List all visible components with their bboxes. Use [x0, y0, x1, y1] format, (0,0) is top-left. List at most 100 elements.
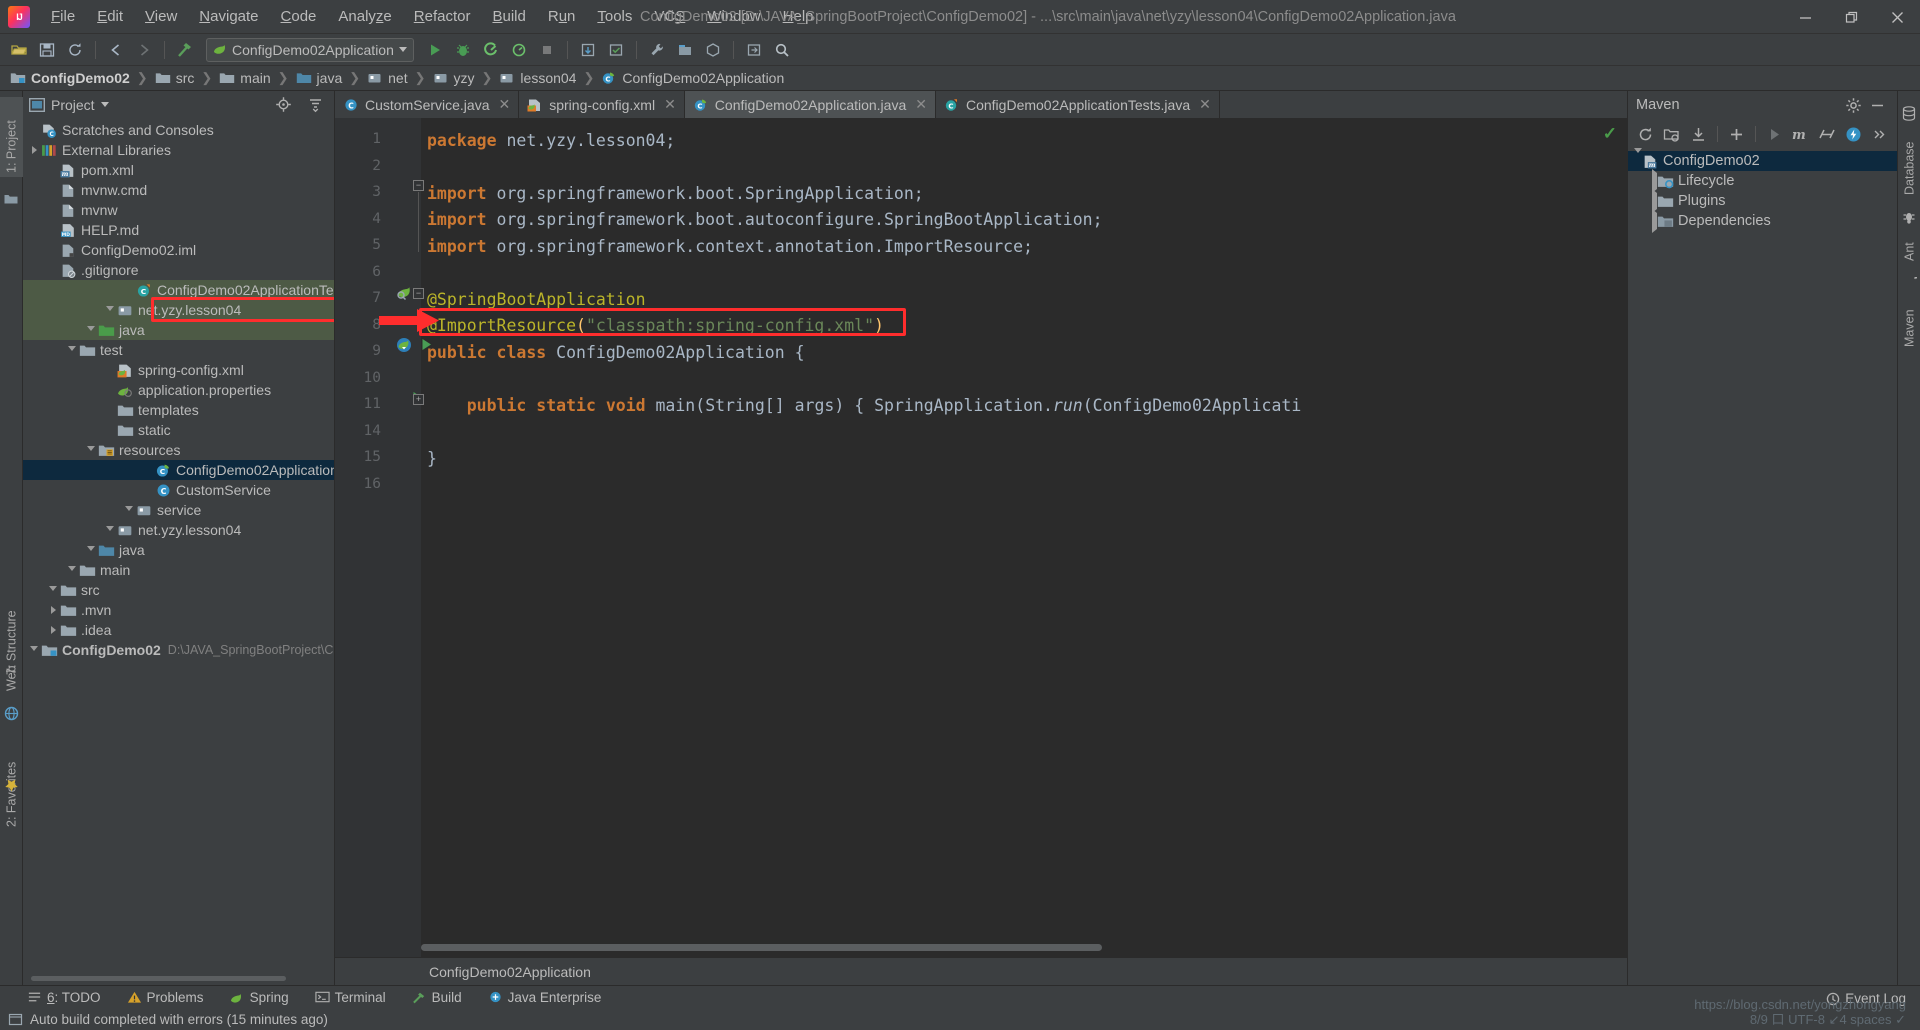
- code-line[interactable]: @ImportResource("classpath:spring-config…: [335, 313, 1627, 340]
- editor-tab-configdemo02applicationtests-java[interactable]: C ConfigDemo02ApplicationTests.java ✕: [936, 91, 1220, 118]
- sidebar-item-web[interactable]: Web: [0, 643, 23, 695]
- tree-node-configdemo02-iml[interactable]: ConfigDemo02.iml: [23, 240, 334, 260]
- tree-node--gitignore[interactable]: .gitignore: [23, 260, 334, 280]
- maven-tree[interactable]: m ConfigDemo02 Lifecycle Plugins Dependencie…: [1628, 148, 1897, 985]
- menu-navigate[interactable]: Navigate: [188, 4, 269, 29]
- tree-twisty-open[interactable]: [122, 505, 136, 515]
- tree-twisty-open[interactable]: [1634, 148, 1642, 173]
- tree-node-help-md[interactable]: MD HELP.md: [23, 220, 334, 240]
- generate-sources-icon[interactable]: [1660, 122, 1683, 146]
- tree-node-net-yzy-lesson04[interactable]: net.yzy.lesson04: [23, 520, 334, 540]
- breadcrumb-item-java[interactable]: java: [294, 70, 345, 86]
- sidebar-item-project[interactable]: 1: Project: [0, 97, 23, 177]
- forward-arrow-icon[interactable]: [131, 37, 157, 63]
- tree-node--mvn[interactable]: .mvn: [23, 600, 334, 620]
- tree-twisty-open[interactable]: [103, 525, 117, 535]
- fold-marker-imports[interactable]: −: [413, 180, 424, 191]
- close-button[interactable]: [1874, 0, 1920, 34]
- tree-node-mvnw-cmd[interactable]: mvnw.cmd: [23, 180, 334, 200]
- tree-node-spring-config-xml[interactable]: spring-config.xml: [23, 360, 334, 380]
- tree-node-configdemo02applicationtes[interactable]: C ConfigDemo02ApplicationTes: [23, 280, 334, 300]
- tree-twisty-open[interactable]: [103, 305, 117, 315]
- project-structure-icon[interactable]: [672, 37, 698, 63]
- tree-twisty-closed[interactable]: [27, 146, 41, 154]
- code-line[interactable]: public class ConfigDemo02Application {: [335, 339, 1627, 366]
- editor-tab-configdemo02application-java[interactable]: C ConfigDemo02Application.java ✕: [684, 91, 936, 118]
- run-coverage-icon[interactable]: [478, 37, 504, 63]
- tree-node-service[interactable]: service: [23, 500, 334, 520]
- sidebar-item-database[interactable]: Database: [1898, 127, 1920, 199]
- run-configuration-selector[interactable]: ConfigDemo02Application: [206, 37, 414, 62]
- gear-icon[interactable]: [1841, 93, 1865, 117]
- code-lines[interactable]: 1 package net.yzy.lesson04; 2 3 import org.s…: [335, 118, 1627, 957]
- sync-refresh-icon[interactable]: [62, 37, 88, 63]
- breadcrumb-item-src[interactable]: src: [153, 70, 197, 86]
- editor-horizontal-scrollbar[interactable]: [421, 944, 1102, 951]
- menu-view[interactable]: View: [134, 4, 188, 29]
- tool-window-button-terminal[interactable]: Terminal: [312, 990, 389, 1005]
- toggle-offline-icon[interactable]: [1842, 122, 1865, 146]
- editor-tab-customservice-java[interactable]: C CustomService.java ✕: [335, 91, 520, 118]
- tree-node-static[interactable]: static: [23, 420, 334, 440]
- breadcrumb-item-lesson04[interactable]: lesson04: [497, 70, 578, 86]
- tree-twisty-open[interactable]: [65, 565, 79, 575]
- tree-node-scratches-and-consoles[interactable]: C Scratches and Consoles: [23, 120, 334, 140]
- open-folder-icon[interactable]: [6, 37, 32, 63]
- select-in-icon[interactable]: [741, 37, 767, 63]
- sidebar-item-ant[interactable]: Ant: [1898, 227, 1920, 265]
- tree-horizontal-scrollbar[interactable]: [31, 976, 286, 981]
- tree-node-customservice[interactable]: C CustomService: [23, 480, 334, 500]
- run-gutter-icon[interactable]: [419, 337, 437, 355]
- tree-node-configdemo02application[interactable]: C ConfigDemo02Application: [23, 460, 334, 480]
- tool-window-button-java-enterprise[interactable]: Java Enterprise: [485, 990, 605, 1005]
- maven-node-configdemo02[interactable]: m ConfigDemo02: [1628, 148, 1897, 173]
- menu-run[interactable]: Run: [537, 4, 587, 29]
- maven-node-lifecycle[interactable]: Lifecycle: [1628, 169, 1897, 193]
- run-icon[interactable]: [422, 37, 448, 63]
- tree-node-net-yzy-lesson04[interactable]: net.yzy.lesson04: [23, 300, 334, 320]
- download-sources-icon[interactable]: [1686, 122, 1709, 146]
- settings-wrench-icon[interactable]: [644, 37, 670, 63]
- tree-node-resources[interactable]: resources: [23, 440, 334, 460]
- tree-node--idea[interactable]: .idea: [23, 620, 334, 640]
- breadcrumb-item-net[interactable]: net: [365, 70, 409, 86]
- tree-twisty-open[interactable]: [84, 445, 98, 455]
- run-icon[interactable]: [1763, 122, 1786, 146]
- sdk-icon[interactable]: [700, 37, 726, 63]
- tree-node-main[interactable]: main: [23, 560, 334, 580]
- code-line[interactable]: import org.springframework.boot.SpringAp…: [335, 180, 1627, 207]
- sidebar-item-maven[interactable]: Maven: [1898, 295, 1920, 351]
- minimize-icon[interactable]: [1865, 93, 1889, 117]
- more-icon[interactable]: [1868, 122, 1891, 146]
- menu-code[interactable]: Code: [270, 4, 328, 29]
- code-line[interactable]: [335, 419, 1627, 446]
- tree-twisty-open[interactable]: [84, 545, 98, 555]
- breadcrumb-item-configdemo02application[interactable]: C ConfigDemo02Application: [599, 70, 786, 86]
- menu-refactor[interactable]: Refactor: [403, 4, 482, 29]
- code-line[interactable]: @SpringBootApplication: [335, 286, 1627, 313]
- menu-file[interactable]: File: [40, 4, 86, 29]
- close-icon[interactable]: ✕: [1199, 96, 1211, 113]
- toggle-skip-tests-icon[interactable]: [1815, 122, 1838, 146]
- back-arrow-icon[interactable]: [103, 37, 129, 63]
- code-line[interactable]: [335, 154, 1627, 181]
- tree-node-src[interactable]: src: [23, 580, 334, 600]
- profile-icon[interactable]: [506, 37, 532, 63]
- tree-node-java[interactable]: java: [23, 320, 334, 340]
- tree-node-configdemo02[interactable]: ConfigDemo02 D:\JAVA_SpringBootProject\C: [23, 640, 334, 660]
- tree-twisty-open[interactable]: [46, 585, 60, 595]
- execute-goal-icon[interactable]: m: [1789, 122, 1812, 146]
- minimize-button[interactable]: [1782, 0, 1828, 34]
- build-hammer-icon[interactable]: [172, 37, 198, 63]
- tool-window-button-problems[interactable]: Problems: [124, 990, 207, 1005]
- tree-node-external-libraries[interactable]: External Libraries: [23, 140, 334, 160]
- close-icon[interactable]: ✕: [915, 96, 927, 113]
- tree-node-application-properties[interactable]: application.properties: [23, 380, 334, 400]
- menu-tools[interactable]: Tools: [586, 4, 643, 29]
- stop-icon[interactable]: [534, 37, 560, 63]
- code-line[interactable]: [335, 472, 1627, 499]
- locate-icon[interactable]: [270, 92, 296, 118]
- breadcrumb-item-configdemo02[interactable]: ConfigDemo02: [8, 70, 132, 86]
- code-line[interactable]: package net.yzy.lesson04;: [335, 127, 1627, 154]
- menu-edit[interactable]: Edit: [86, 4, 134, 29]
